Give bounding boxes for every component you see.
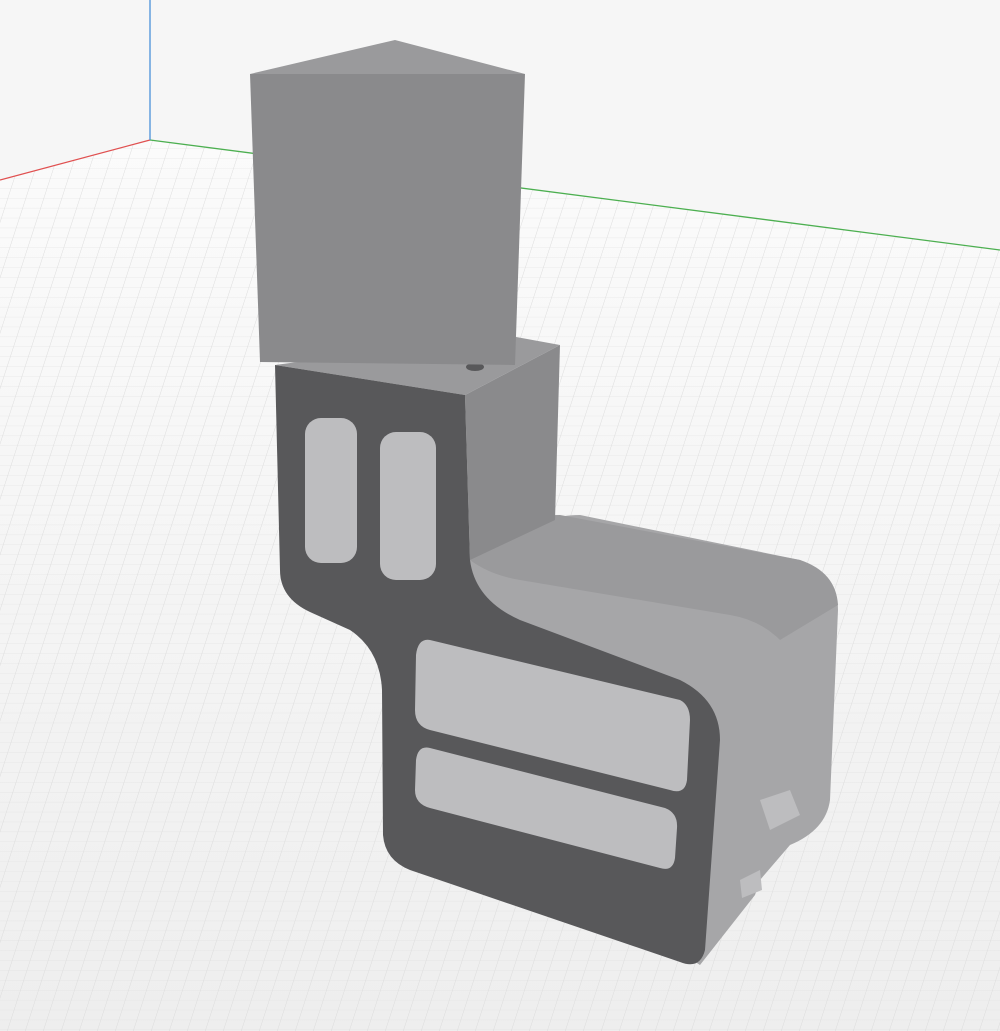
prism-front [250, 74, 525, 365]
prism-top [250, 40, 525, 74]
upper-window-left [305, 418, 357, 563]
3d-viewport[interactable] [0, 0, 1000, 1031]
upper-window-right [380, 432, 436, 580]
scene-canvas[interactable] [0, 0, 1000, 1031]
